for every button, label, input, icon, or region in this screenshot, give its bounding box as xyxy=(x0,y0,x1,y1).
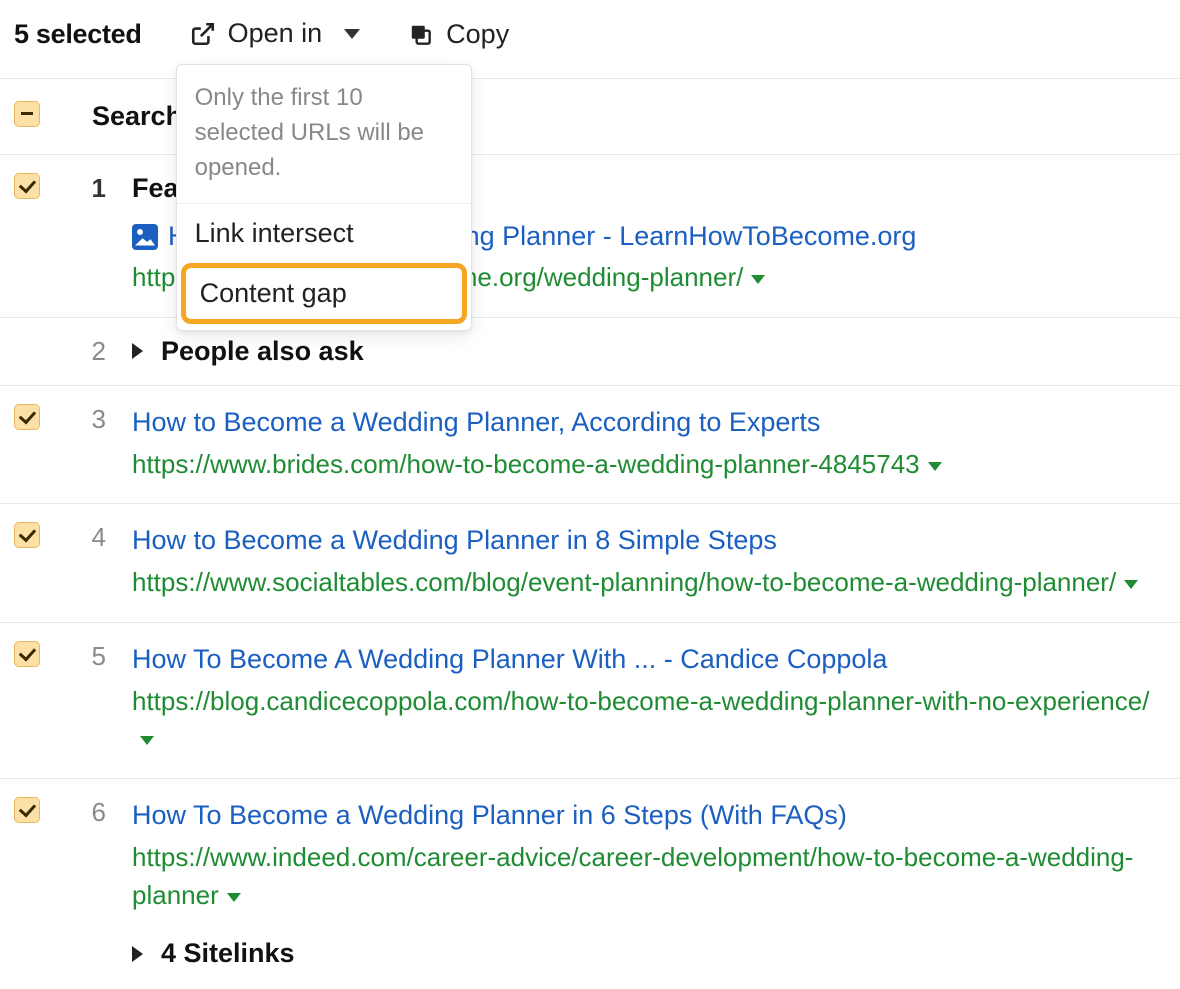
result-url[interactable]: https://www.indeed.com/career-advice/car… xyxy=(132,839,1166,914)
row-number: 2 xyxy=(46,336,132,367)
chevron-right-icon xyxy=(132,946,143,962)
select-all-checkbox[interactable] xyxy=(14,101,40,127)
row-number: 1 xyxy=(46,173,132,204)
dropdown-note: Only the first 10 selected URLs will be … xyxy=(177,65,471,204)
row-checkbox[interactable] xyxy=(14,641,40,667)
result-title-link[interactable]: How To Become a Wedding Planner in 6 Ste… xyxy=(132,800,847,830)
result-row: 4 How to Become a Wedding Planner in 8 S… xyxy=(0,503,1180,621)
url-dropdown-icon[interactable] xyxy=(140,736,154,745)
row-number: 5 xyxy=(46,641,132,672)
dropdown-item-content-gap[interactable]: Content gap xyxy=(181,263,467,324)
sitelinks-toggle[interactable]: 4 Sitelinks xyxy=(132,938,1166,969)
row-checkbox[interactable] xyxy=(14,797,40,823)
url-dropdown-icon[interactable] xyxy=(227,893,241,902)
open-in-wrap: Open in Only the first 10 selected URLs … xyxy=(190,18,361,52)
chevron-down-icon xyxy=(344,29,360,39)
image-icon xyxy=(132,224,158,250)
people-also-ask-toggle[interactable]: People also ask xyxy=(132,336,1166,367)
open-in-label: Open in xyxy=(228,18,323,49)
result-title-link[interactable]: How to Become a Wedding Planner in 8 Sim… xyxy=(132,525,777,555)
copy-label: Copy xyxy=(446,19,509,50)
chevron-right-icon xyxy=(132,343,143,359)
dropdown-item-link-intersect[interactable]: Link intersect xyxy=(177,204,471,263)
row-number: 6 xyxy=(46,797,132,828)
result-url[interactable]: https://www.brides.com/how-to-become-a-w… xyxy=(132,446,1166,484)
result-url[interactable]: https://www.socialtables.com/blog/event-… xyxy=(132,564,1166,602)
result-row: 5 How To Become A Wedding Planner With .… xyxy=(0,622,1180,778)
row-checkbox[interactable] xyxy=(14,404,40,430)
copy-icon xyxy=(408,22,434,48)
toolbar: 5 selected Open in Only the first 10 sel… xyxy=(0,0,1180,78)
url-dropdown-icon[interactable] xyxy=(928,462,942,471)
row-number: 4 xyxy=(46,522,132,553)
result-title-link[interactable]: How To Become A Wedding Planner With ...… xyxy=(132,644,887,674)
result-title-link[interactable]: How to Become a Wedding Planner, Accordi… xyxy=(132,407,820,437)
result-row: 6 How To Become a Wedding Planner in 6 S… xyxy=(0,778,1180,989)
url-dropdown-icon[interactable] xyxy=(751,275,765,284)
open-external-icon xyxy=(190,21,216,47)
copy-button[interactable]: Copy xyxy=(408,19,509,50)
url-dropdown-icon[interactable] xyxy=(1124,580,1138,589)
result-url[interactable]: https://blog.candicecoppola.com/how-to-b… xyxy=(132,683,1166,758)
result-row: 3 How to Become a Wedding Planner, Accor… xyxy=(0,385,1180,503)
row-checkbox[interactable] xyxy=(14,173,40,199)
row-checkbox[interactable] xyxy=(14,522,40,548)
open-in-dropdown: Only the first 10 selected URLs will be … xyxy=(176,64,472,331)
row-number: 3 xyxy=(46,404,132,435)
open-in-button[interactable]: Open in xyxy=(190,18,361,49)
selected-count: 5 selected xyxy=(14,19,142,50)
